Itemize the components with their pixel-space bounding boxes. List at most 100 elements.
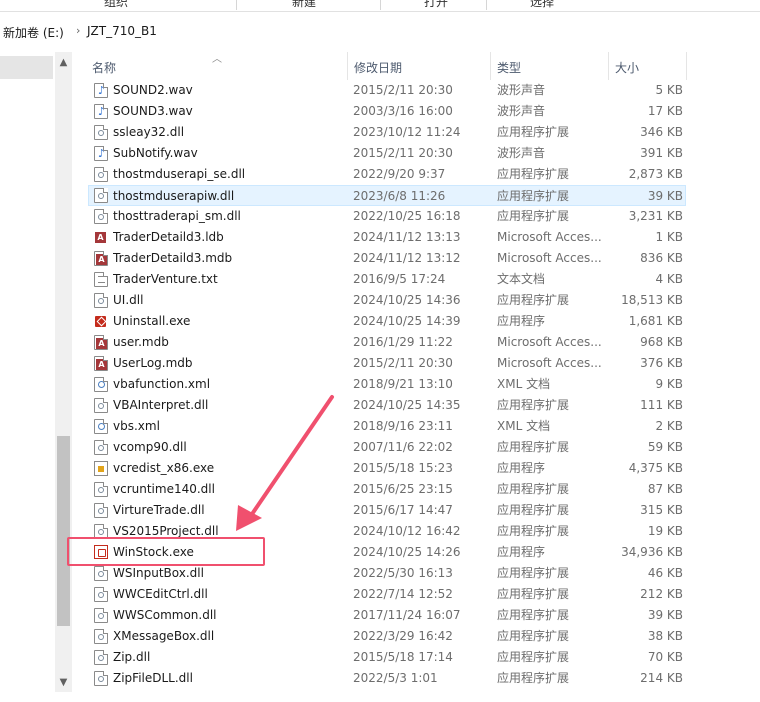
file-row[interactable]: vbs.xml 2018/9/16 23:11 XML 文档 2 KB: [72, 416, 692, 437]
file-row[interactable]: WWSCommon.dll 2017/11/24 16:07 应用程序扩展 39 KB: [72, 605, 692, 626]
file-date: 2022/10/25 16:18: [353, 209, 461, 223]
file-row[interactable]: ssleay32.dll 2023/10/12 11:24 应用程序扩展 346 KB: [72, 122, 692, 143]
nav-scroll-thumb[interactable]: [57, 436, 70, 626]
file-row[interactable]: thosttraderapi_sm.dll 2022/10/25 16:18 应用程…: [72, 206, 692, 227]
file-row[interactable]: A UserLog.mdb 2015/2/11 20:30 Microsoft Acc…: [72, 353, 692, 374]
file-size: 111 KB: [640, 398, 683, 412]
file-date: 2024/10/12 16:42: [353, 524, 461, 538]
file-name: WinStock.exe: [113, 545, 194, 559]
file-row[interactable]: vcredist_x86.exe 2015/5/18 15:23 应用程序 4,375…: [72, 458, 692, 479]
file-row[interactable]: thostmduserapi_se.dll 2022/9/20 9:37 应用程序扩…: [72, 164, 692, 185]
file-size: 46 KB: [647, 566, 683, 580]
ribbon-open[interactable]: 打开: [424, 0, 448, 10]
ribbon-select[interactable]: 选择: [530, 0, 554, 10]
file-row[interactable]: VS2015Project.dll 2024/10/12 16:42 应用程序扩展 1…: [72, 521, 692, 542]
column-name[interactable]: 名称: [86, 52, 348, 80]
dll-icon: [94, 293, 108, 308]
file-row[interactable]: vbafunction.xml 2018/9/21 13:10 XML 文档 9 KB: [72, 374, 692, 395]
column-date[interactable]: 修改日期: [348, 52, 491, 80]
file-row[interactable]: WWCEditCtrl.dll 2022/7/14 12:52 应用程序扩展 212 …: [72, 584, 692, 605]
file-row[interactable]: WSInputBox.dll 2022/5/30 16:13 应用程序扩展 46 KB: [72, 563, 692, 584]
file-row[interactable]: WinStock.exe 2024/10/25 14:26 应用程序 34,936 K…: [72, 542, 692, 563]
file-size: 4 KB: [655, 272, 683, 286]
ribbon-remnant: 组织 新建 打开 选择: [0, 0, 760, 12]
access-lock-icon: A: [94, 230, 108, 245]
file-date: 2023/6/8 11:26: [353, 189, 446, 203]
file-row[interactable]: Uninstall.exe 2024/10/25 14:39 应用程序 1,681 K…: [72, 311, 692, 332]
file-row[interactable]: vcruntime140.dll 2015/6/25 23:15 应用程序扩展 87 …: [72, 479, 692, 500]
file-date: 2015/2/11 20:30: [353, 146, 453, 160]
dll-icon: [94, 125, 108, 140]
file-row[interactable]: Auser.mdb 2016/1/29 11:22 Microsoft Acces.…: [72, 332, 692, 353]
dll-icon: [94, 503, 108, 518]
file-type: XML 文档: [497, 377, 551, 391]
breadcrumb-folder[interactable]: JZT_710_B1: [87, 24, 157, 38]
scroll-down-icon[interactable]: ▼: [55, 674, 72, 691]
file-date: 2022/3/29 16:42: [353, 629, 453, 643]
file-name: WWSCommon.dll: [113, 608, 217, 622]
nav-scrollbar[interactable]: ▲ ▼: [55, 52, 72, 692]
file-name: thosttraderapi_sm.dll: [113, 209, 241, 223]
file-type: 应用程序: [497, 314, 546, 328]
file-row[interactable]: TraderVenture.txt 2016/9/5 17:24 文本文档 4 KB: [72, 269, 692, 290]
dll-icon: [94, 440, 108, 455]
file-name: user.mdb: [113, 335, 169, 349]
nav-selected-item[interactable]: [0, 56, 53, 79]
file-size: 3,231 KB: [628, 209, 683, 223]
file-name: thostmduserapiw.dll: [113, 189, 235, 203]
file-size: 18,513 KB: [621, 293, 683, 307]
column-size[interactable]: 大小: [609, 52, 687, 80]
file-name: vbafunction.xml: [113, 377, 211, 391]
scroll-up-icon[interactable]: ▲: [55, 54, 72, 71]
ribbon-organize[interactable]: 组织: [104, 0, 128, 10]
column-type[interactable]: 类型: [491, 52, 609, 80]
file-row[interactable]: ♪ SOUND3.wav 2003/3/16 16:00 波形声音 17 KB: [72, 101, 692, 122]
file-row[interactable]: thostmduserapiw.dll 2023/6/8 11:26 应用程序扩展 3…: [88, 185, 686, 206]
file-size: 2 KB: [655, 419, 683, 433]
file-row[interactable]: vcomp90.dll 2007/11/6 22:02 应用程序扩展 59 KB: [72, 437, 692, 458]
file-type: 应用程序: [497, 461, 546, 475]
file-row[interactable]: VBAInterpret.dll 2024/10/25 14:35 应用程序扩展 11…: [72, 395, 692, 416]
breadcrumb-drive[interactable]: 新加卷 (E:): [3, 24, 64, 41]
file-size: 5 KB: [655, 83, 683, 97]
dll-icon: [94, 398, 108, 413]
file-size: 34,936 KB: [621, 545, 683, 559]
file-date: 2018/9/21 13:10: [353, 377, 453, 391]
uninstall-icon: [94, 314, 108, 329]
file-type: Microsoft Acces...: [497, 251, 602, 265]
dll-icon: [94, 167, 108, 182]
file-row[interactable]: XMessageBox.dll 2022/3/29 16:42 应用程序扩展 38 K…: [72, 626, 692, 647]
file-type: 应用程序扩展: [497, 125, 570, 139]
xml-icon: [94, 419, 108, 434]
file-size: 39 KB: [647, 608, 683, 622]
file-row[interactable]: Zip.dll 2015/5/18 17:14 应用程序扩展 70 KB: [72, 647, 692, 668]
file-type: XML 文档: [497, 419, 551, 433]
file-row[interactable]: A TraderDetaild3.mdb 2024/11/12 13:12 Micro…: [72, 248, 692, 269]
ribbon-new[interactable]: 新建: [292, 0, 316, 10]
file-date: 2022/9/20 9:37: [353, 167, 446, 181]
file-row[interactable]: ♪ SubNotify.wav 2015/2/11 20:30 波形声音 391 KB: [72, 143, 692, 164]
dll-icon: [94, 587, 108, 602]
file-type: 应用程序扩展: [497, 587, 570, 601]
file-row[interactable]: ZipFileDLL.dll 2022/5/3 1:01 应用程序扩展 214 KB: [72, 668, 692, 689]
audio-icon: ♪: [94, 146, 108, 161]
file-row[interactable]: VirtureTrade.dll 2015/6/17 14:47 应用程序扩展 315…: [72, 500, 692, 521]
file-date: 2016/9/5 17:24: [353, 272, 446, 286]
file-name: vcredist_x86.exe: [113, 461, 215, 475]
file-row[interactable]: A TraderDetaild3.ldb 2024/11/12 13:13 Micro…: [72, 227, 692, 248]
file-date: 2017/11/24 16:07: [353, 608, 461, 622]
breadcrumb-separator[interactable]: ›: [76, 24, 80, 37]
file-type: 应用程序扩展: [497, 650, 570, 664]
file-type: 应用程序扩展: [497, 608, 570, 622]
text-icon: [94, 272, 108, 287]
file-date: 2015/5/18 15:23: [353, 461, 453, 475]
file-list-scrollbar[interactable]: [742, 52, 760, 702]
file-type: 应用程序扩展: [497, 167, 570, 181]
file-row[interactable]: ♪ SOUND2.wav 2015/2/11 20:30 波形声音 5 KB: [72, 80, 692, 101]
file-date: 2024/11/12 13:12: [353, 251, 461, 265]
file-type: Microsoft Acces...: [497, 335, 602, 349]
file-type: 应用程序扩展: [497, 440, 570, 454]
file-name: WWCEditCtrl.dll: [113, 587, 208, 601]
file-row[interactable]: UI.dll 2024/10/25 14:36 应用程序扩展 18,513 KB: [72, 290, 692, 311]
file-size: 87 KB: [647, 482, 683, 496]
